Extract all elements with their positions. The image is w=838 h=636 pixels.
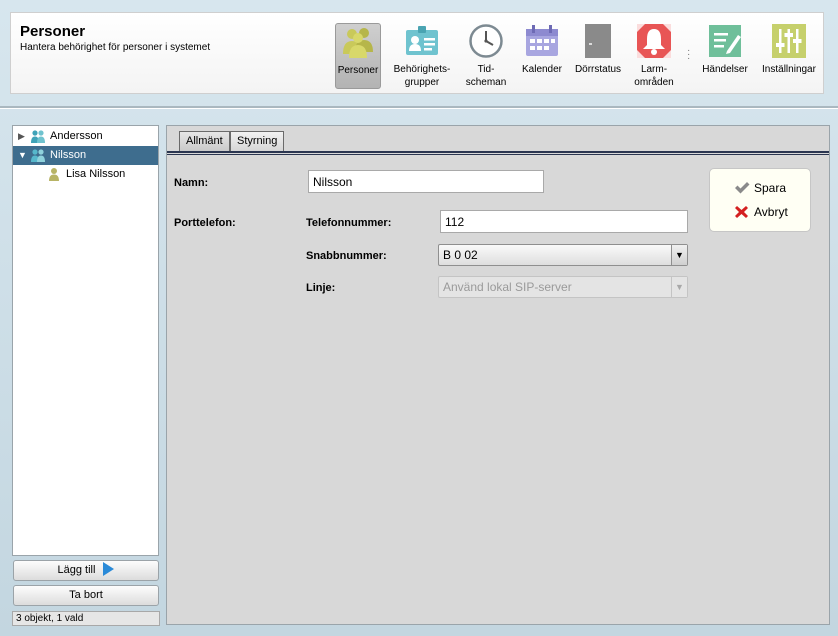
header-panel: Personer Hantera behörighet för personer…: [10, 12, 824, 94]
toolbar-label: Larm-: [640, 64, 668, 75]
toolbar-label: Inställningar: [762, 64, 816, 75]
calendar-icon: [526, 25, 558, 56]
action-box: Spara Avbryt: [709, 168, 811, 232]
telefonnummer-label: Telefonnummer:: [306, 217, 392, 229]
page-subtitle: Hantera behörighet för personer i system…: [20, 42, 211, 53]
toolbar-tidscheman-button[interactable]: Tid- scheman: [461, 23, 511, 89]
toolbar-label: områden: [634, 77, 674, 88]
toolbar-label: scheman: [465, 77, 507, 88]
toolbar-dorrstatus-button[interactable]: Dörrstatus: [573, 23, 623, 89]
toolbar-behorighetsgrupper-button[interactable]: Behörighets- grupper: [389, 23, 455, 89]
name-label: Namn:: [174, 177, 209, 189]
tab-styrning[interactable]: Styrning: [230, 131, 285, 152]
door-icon: [585, 24, 611, 58]
cancel-x-icon: [735, 206, 748, 218]
tree-item-label: Nilsson: [50, 149, 87, 161]
detail-panel: Allmänt Styrning Namn: Porttelefon: Tele…: [166, 125, 830, 625]
group-icon: [31, 130, 45, 143]
clock-icon: [469, 24, 503, 58]
collapse-arrow-icon[interactable]: ▼: [18, 146, 27, 165]
tree-item-lisa-nilsson[interactable]: Lisa Nilsson: [13, 165, 158, 184]
alarm-bell-icon: [637, 24, 671, 58]
toolbar-label: grupper: [404, 77, 440, 88]
sliders-icon: [772, 24, 806, 58]
snabbnummer-label: Snabbnummer:: [306, 250, 387, 262]
group-icon: [31, 149, 45, 162]
toolbar-label: Kalender: [521, 64, 563, 75]
toolbar-label: Dörrstatus: [574, 64, 622, 75]
toolbar-label: Händelser: [702, 64, 748, 75]
people-icon: [343, 28, 373, 58]
status-bar: 3 objekt, 1 vald: [12, 611, 160, 626]
snabbnummer-value: B 0 02: [443, 248, 478, 262]
linje-value: Använd lokal SIP-server: [443, 280, 572, 294]
add-button-label: Lägg till: [57, 564, 96, 576]
person-icon: [49, 168, 59, 181]
toolbar-label: Tid-: [477, 64, 495, 75]
add-button[interactable]: Lägg till: [13, 560, 159, 581]
page-title: Personer: [20, 23, 86, 40]
arrow-right-icon: [103, 562, 115, 576]
toolbar-installningar-button[interactable]: Inställningar: [757, 23, 821, 89]
header-divider: [0, 106, 838, 109]
dropdown-arrow-icon: ▼: [671, 277, 687, 297]
telefonnummer-field[interactable]: [440, 210, 688, 233]
dropdown-arrow-icon[interactable]: ▼: [671, 245, 687, 265]
tree-item-label: Andersson: [50, 130, 103, 142]
tab-underline: [167, 151, 829, 155]
expand-arrow-icon[interactable]: ▶: [18, 127, 25, 146]
remove-button-label: Ta bort: [69, 589, 103, 601]
cancel-label: Avbryt: [754, 205, 788, 219]
tree-item-andersson[interactable]: ▶ Andersson: [13, 127, 158, 146]
id-card-icon: [406, 26, 438, 55]
name-field[interactable]: [308, 170, 544, 193]
tree-item-nilsson[interactable]: ▼ Nilsson: [13, 146, 158, 165]
toolbar-larmomraden-button[interactable]: Larm- områden: [629, 23, 679, 89]
log-pencil-icon: [709, 25, 741, 57]
toolbar-label: Behörighets-: [393, 64, 451, 75]
person-tree[interactable]: ▶ Andersson ▼ Nilsson Lisa Nilsson: [12, 125, 159, 556]
checkmark-icon: [735, 182, 750, 194]
linje-select: Använd lokal SIP-server ▼: [438, 276, 688, 298]
linje-label: Linje:: [306, 282, 336, 294]
remove-button[interactable]: Ta bort: [13, 585, 159, 606]
save-label: Spara: [754, 181, 787, 195]
porttelefon-label: Porttelefon:: [174, 217, 236, 229]
snabbnummer-select[interactable]: B 0 02 ▼: [438, 244, 688, 266]
toolbar-handelser-button[interactable]: Händelser: [699, 23, 751, 89]
tab-allmant[interactable]: Allmänt: [179, 131, 230, 152]
tree-item-label: Lisa Nilsson: [66, 168, 126, 180]
toolbar-kalender-button[interactable]: Kalender: [517, 23, 567, 89]
toolbar-label: Personer: [337, 65, 379, 76]
toolbar-separator: · · ·: [687, 45, 691, 64]
toolbar-personer-button[interactable]: Personer: [335, 23, 381, 89]
